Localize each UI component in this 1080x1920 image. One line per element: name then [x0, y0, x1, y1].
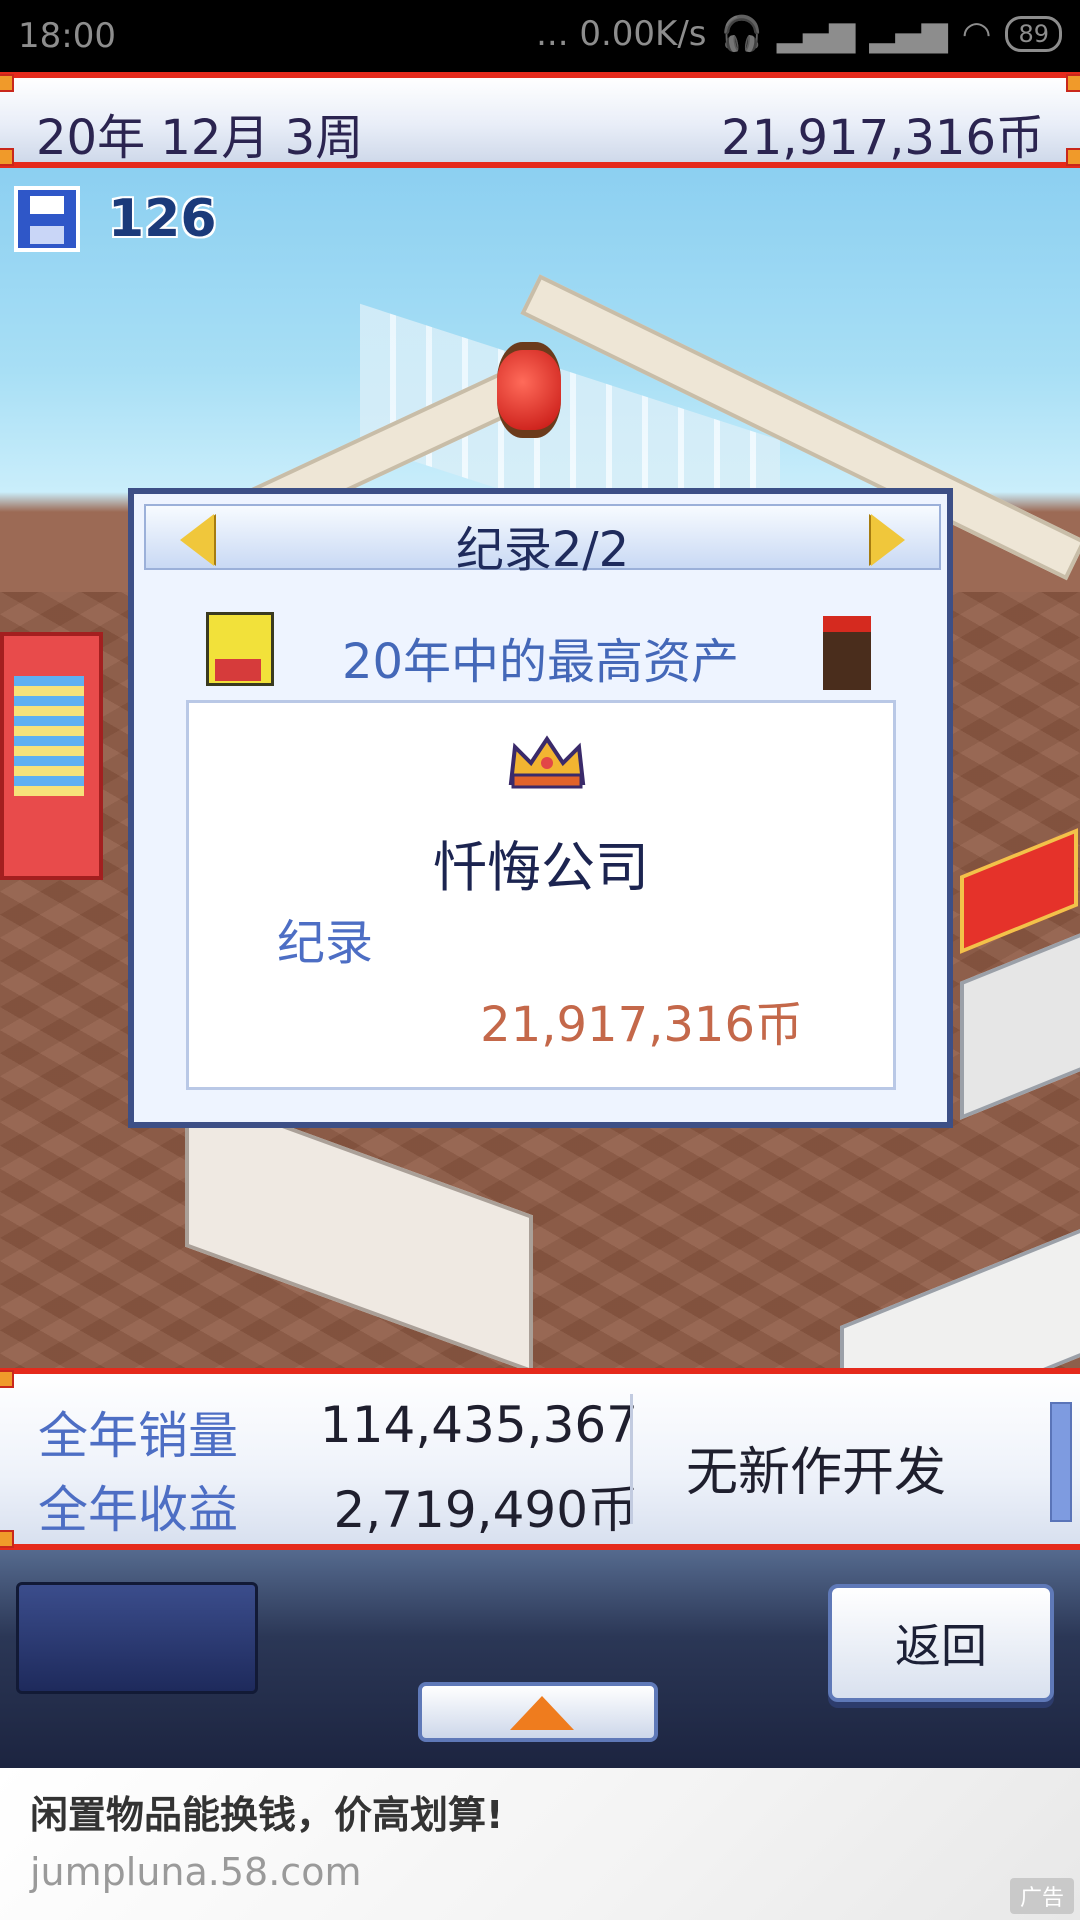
floppy-disk-icon[interactable]: [14, 186, 80, 252]
network-speed: ... 0.00K/s: [536, 14, 707, 54]
record-card: 忏悔公司 纪录 21,917,316币: [186, 700, 896, 1090]
save-count: 126: [108, 189, 217, 249]
game-date: 20年 12月 3周: [36, 110, 364, 166]
status-time: 18:00: [18, 16, 116, 56]
expand-menu-button[interactable]: [418, 1682, 658, 1742]
staff-character-icon: [823, 616, 871, 690]
funds-display: 21,917,316币: [721, 110, 1044, 166]
crown-icon: [508, 735, 586, 789]
corner-ornament: [0, 1530, 14, 1548]
stats-scrollbar[interactable]: [1050, 1402, 1072, 1522]
menu-slot[interactable]: [16, 1582, 258, 1694]
corner-ornament: [0, 1370, 14, 1388]
annual-profit-row: 全年收益 2,719,490币: [38, 1470, 638, 1542]
save-indicator[interactable]: 126: [14, 186, 217, 252]
annual-sales-label: 全年销量: [38, 1407, 238, 1465]
status-indicators: ... 0.00K/s 🎧 ▂▄▆ ▂▄▆ ◠ 89: [536, 14, 1062, 54]
up-arrow-icon: [510, 1696, 574, 1730]
annual-sales-row: 全年销量 114,435,367: [38, 1396, 638, 1468]
ad-url[interactable]: jumpluna.58.com: [30, 1850, 361, 1894]
annual-profit-label: 全年收益: [38, 1481, 238, 1539]
signal-icon: ▂▄▆: [776, 14, 856, 54]
ad-badge: 广告: [1009, 1878, 1074, 1914]
record-label: 纪录: [277, 915, 374, 971]
headphone-icon: 🎧: [720, 14, 763, 54]
dialog-title: 纪录2/2: [455, 522, 630, 578]
annual-profit-value: 2,719,490币: [333, 1481, 638, 1539]
back-button[interactable]: 返回: [828, 1584, 1054, 1702]
corner-ornament: [1066, 148, 1080, 166]
corner-ornament: [1066, 74, 1080, 92]
status-bar: 18:00 ... 0.00K/s 🎧 ▂▄▆ ▂▄▆ ◠ 89: [0, 0, 1080, 72]
annual-stats-bar: 全年销量 114,435,367 全年收益 2,719,490币 无新作开发: [0, 1368, 1080, 1550]
signal-icon-2: ▂▄▆: [869, 14, 948, 54]
corner-ornament: [0, 148, 14, 166]
stats-divider: [630, 1394, 633, 1524]
development-status: 无新作开发: [686, 1443, 947, 1503]
vending-machine: [0, 632, 103, 880]
top-info-bar: 20年 12月 3周 21,917,316币: [0, 72, 1080, 168]
company-name: 忏悔公司: [433, 836, 649, 899]
corner-ornament: [0, 74, 14, 92]
annual-sales-value: 114,435,367: [319, 1396, 638, 1454]
ad-banner[interactable]: 闲置物品能换钱，价高划算! jumpluna.58.com 广告: [0, 1768, 1080, 1920]
control-panel: 返回: [0, 1550, 1080, 1768]
dialog-header: 纪录2/2: [144, 504, 941, 578]
red-lantern: [497, 342, 561, 438]
battery-icon: 89: [1005, 16, 1062, 52]
record-value: 21,917,316币: [480, 997, 803, 1053]
record-dialog: 纪录2/2 20年中的最高资产 忏悔公司 纪录 21,917,316币: [128, 488, 953, 1128]
next-arrow-icon[interactable]: [871, 514, 905, 566]
ad-title[interactable]: 闲置物品能换钱，价高划算!: [30, 1784, 503, 1839]
wifi-icon: ◠: [961, 14, 992, 54]
